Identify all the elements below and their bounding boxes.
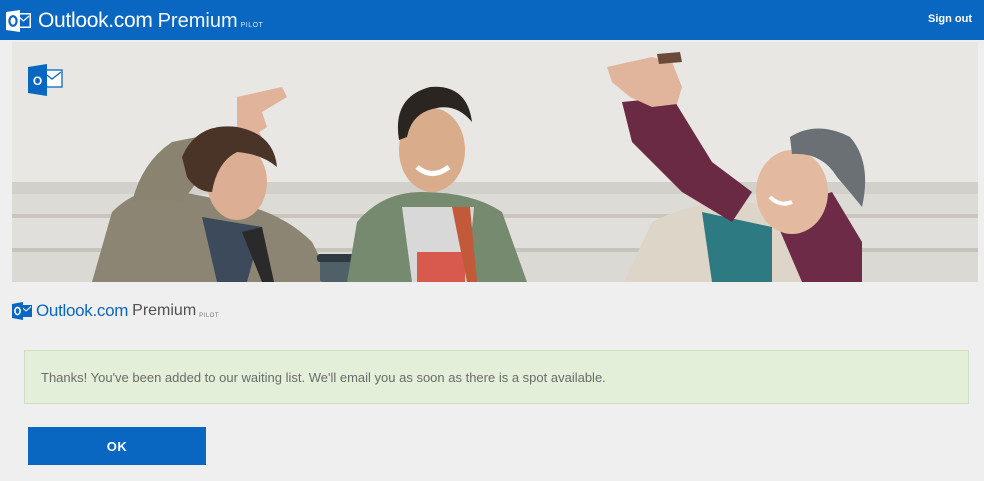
content-brand-premium: Premium [132, 302, 197, 319]
content-brand-name: Outlook.com [36, 301, 129, 320]
sign-out-link[interactable]: Sign out [928, 13, 972, 25]
content-brand: Outlook.com Premium PILOT [12, 302, 219, 320]
top-bar: Outlook.com Premium PILOT Sign out [0, 0, 984, 40]
header-brand: Outlook.com Premium PILOT [6, 0, 263, 40]
hero-image: O [12, 42, 978, 282]
content-brand-pilot: PILOT [199, 313, 219, 319]
brand-name: Outlook.com [38, 9, 153, 32]
brand-pilot: PILOT [240, 22, 264, 29]
outlook-logo-icon [6, 10, 31, 32]
message-text: Thanks! You've been added to our waiting… [41, 369, 606, 385]
ok-button[interactable]: OK [28, 427, 206, 465]
waitlist-confirmation-message: Thanks! You've been added to our waiting… [24, 350, 969, 404]
logo-letter: O [33, 74, 42, 88]
brand-premium: Premium [157, 10, 238, 32]
outlook-logo-icon [12, 302, 32, 320]
outlook-logo-icon: O [28, 64, 63, 96]
